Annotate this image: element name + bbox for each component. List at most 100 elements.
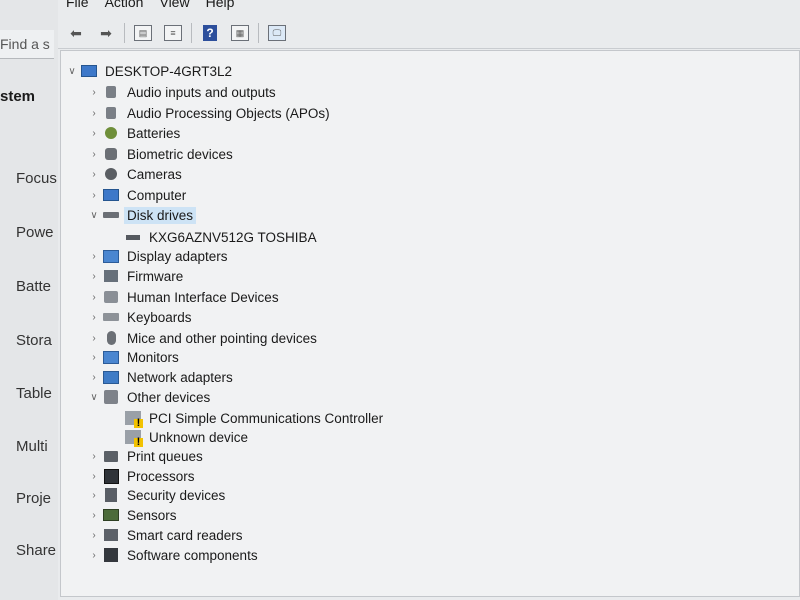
chevron-down-icon[interactable]: ∨ [87, 392, 101, 403]
software-icon [103, 548, 119, 562]
tree-node-security-devices[interactable]: › Security devices [87, 485, 228, 505]
device-tree[interactable]: ∨ DESKTOP-4GRT3L2 › Audio inputs and out… [60, 50, 800, 597]
menu-bar: File Action View Help [58, 0, 800, 14]
chevron-right-icon[interactable]: › [87, 510, 101, 521]
chevron-right-icon[interactable]: › [87, 530, 101, 541]
computer-icon [81, 64, 97, 78]
device-manager-window: File Action View Help ⬅ ➡ ▤ ≡ ? ▦ 🖵 ∨ DE… [58, 0, 800, 600]
chevron-right-icon[interactable]: › [87, 251, 101, 262]
chevron-right-icon[interactable]: › [87, 333, 101, 344]
computer-icon [103, 188, 119, 202]
warning-device-icon [125, 411, 143, 428]
tree-node-cameras[interactable]: › Cameras [87, 164, 185, 184]
tree-node-display-adapters[interactable]: › Display adapters [87, 246, 231, 266]
chevron-right-icon[interactable]: › [87, 190, 101, 201]
background-settings-window: Find a s stem Focus Powe Batte Stora Tab… [0, 0, 59, 600]
chevron-right-icon[interactable]: › [87, 271, 101, 282]
chevron-down-icon[interactable]: ∨ [65, 66, 79, 77]
settings-item-power[interactable]: Powe [0, 224, 58, 241]
processor-icon [103, 468, 119, 484]
tree-node-print-queues[interactable]: › Print queues [87, 446, 206, 466]
disk-drive-icon [125, 230, 141, 244]
settings-item-share[interactable]: Share [0, 542, 58, 559]
tree-node-firmware[interactable]: › Firmware [87, 266, 186, 286]
hid-icon [103, 290, 119, 304]
tree-node-software-components[interactable]: › Software components [87, 545, 261, 565]
camera-icon [103, 167, 119, 181]
chevron-right-icon[interactable]: › [87, 87, 101, 98]
chevron-right-icon[interactable]: › [87, 292, 101, 303]
tree-node-audio-apos[interactable]: › Audio Processing Objects (APOs) [87, 103, 333, 123]
other-devices-icon [103, 390, 119, 404]
printer-icon [103, 449, 119, 463]
tree-leaf-toshiba-disk[interactable]: KXG6AZNV512G TOSHIBA [123, 227, 320, 247]
mouse-icon [103, 331, 119, 345]
chevron-down-icon[interactable]: ∨ [87, 210, 101, 221]
tree-node-monitors[interactable]: › Monitors [87, 347, 182, 367]
toolbar-separator [191, 23, 192, 43]
keyboard-icon [103, 310, 119, 324]
speaker-icon [103, 106, 119, 120]
chevron-right-icon[interactable]: › [87, 471, 101, 482]
chevron-right-icon[interactable]: › [87, 550, 101, 561]
scan-hardware-icon[interactable]: 🖵 [265, 22, 289, 44]
chevron-right-icon[interactable]: › [87, 149, 101, 160]
chevron-right-icon[interactable]: › [87, 490, 101, 501]
chevron-right-icon[interactable]: › [87, 108, 101, 119]
chevron-right-icon[interactable]: › [87, 128, 101, 139]
settings-item-projecting[interactable]: Proje [0, 490, 58, 507]
settings-item-focus[interactable]: Focus [0, 170, 58, 187]
chevron-right-icon[interactable]: › [87, 312, 101, 323]
settings-item-storage[interactable]: Stora [0, 332, 58, 349]
smart-card-icon [103, 528, 119, 542]
tree-node-keyboards[interactable]: › Keyboards [87, 307, 195, 327]
tree-node-processors[interactable]: › Processors [87, 466, 198, 486]
tree-node-disk-drives[interactable]: ∨ Disk drives [87, 205, 197, 225]
help-icon[interactable]: ? [198, 22, 222, 44]
tree-node-smart-card-readers[interactable]: › Smart card readers [87, 525, 246, 545]
settings-section-heading: stem [0, 88, 36, 105]
tree-node-mice[interactable]: › Mice and other pointing devices [87, 328, 320, 348]
monitor-icon [103, 350, 119, 364]
tree-node-hid[interactable]: › Human Interface Devices [87, 287, 282, 307]
forward-arrow-icon[interactable]: ➡ [94, 22, 118, 44]
settings-item-tablet[interactable]: Table [0, 385, 58, 402]
tree-node-network-adapters[interactable]: › Network adapters [87, 367, 236, 387]
toolbar: ⬅ ➡ ▤ ≡ ? ▦ 🖵 [58, 18, 800, 49]
settings-item-battery[interactable]: Batte [0, 278, 58, 295]
settings-item-multitasking[interactable]: Multi [0, 438, 58, 455]
biometric-icon [103, 147, 119, 161]
tree-root[interactable]: ∨ DESKTOP-4GRT3L2 [65, 61, 235, 81]
sensor-icon [103, 508, 119, 522]
chevron-right-icon[interactable]: › [87, 169, 101, 180]
disk-drive-icon [103, 208, 119, 222]
tree-leaf-pci-controller[interactable]: PCI Simple Communications Controller [123, 408, 386, 428]
toolbar-separator [258, 23, 259, 43]
show-hide-tree-icon[interactable]: ▤ [131, 22, 155, 44]
settings-search-input[interactable]: Find a s [0, 30, 54, 59]
menu-action[interactable]: Action [97, 0, 152, 14]
monitor-icon [103, 249, 119, 263]
warning-device-icon [125, 430, 143, 447]
tree-node-batteries[interactable]: › Batteries [87, 123, 183, 143]
chevron-right-icon[interactable]: › [87, 451, 101, 462]
chevron-right-icon[interactable]: › [87, 372, 101, 383]
chip-icon [103, 269, 119, 283]
tree-node-biometric[interactable]: › Biometric devices [87, 144, 236, 164]
menu-view[interactable]: View [151, 0, 197, 14]
tree-node-audio-inputs[interactable]: › Audio inputs and outputs [87, 82, 279, 102]
back-arrow-icon[interactable]: ⬅ [64, 22, 88, 44]
tree-node-sensors[interactable]: › Sensors [87, 505, 180, 525]
properties-icon[interactable]: ≡ [161, 22, 185, 44]
menu-help[interactable]: Help [198, 0, 243, 14]
tree-node-other-devices[interactable]: ∨ Other devices [87, 387, 213, 407]
network-icon [103, 370, 119, 384]
tree-leaf-unknown-device[interactable]: Unknown device [123, 427, 251, 447]
speaker-icon [103, 85, 119, 99]
menu-file[interactable]: File [58, 0, 97, 14]
view-options-icon[interactable]: ▦ [228, 22, 252, 44]
toolbar-separator [124, 23, 125, 43]
battery-icon [103, 126, 119, 140]
chevron-right-icon[interactable]: › [87, 352, 101, 363]
tree-node-computer[interactable]: › Computer [87, 185, 189, 205]
